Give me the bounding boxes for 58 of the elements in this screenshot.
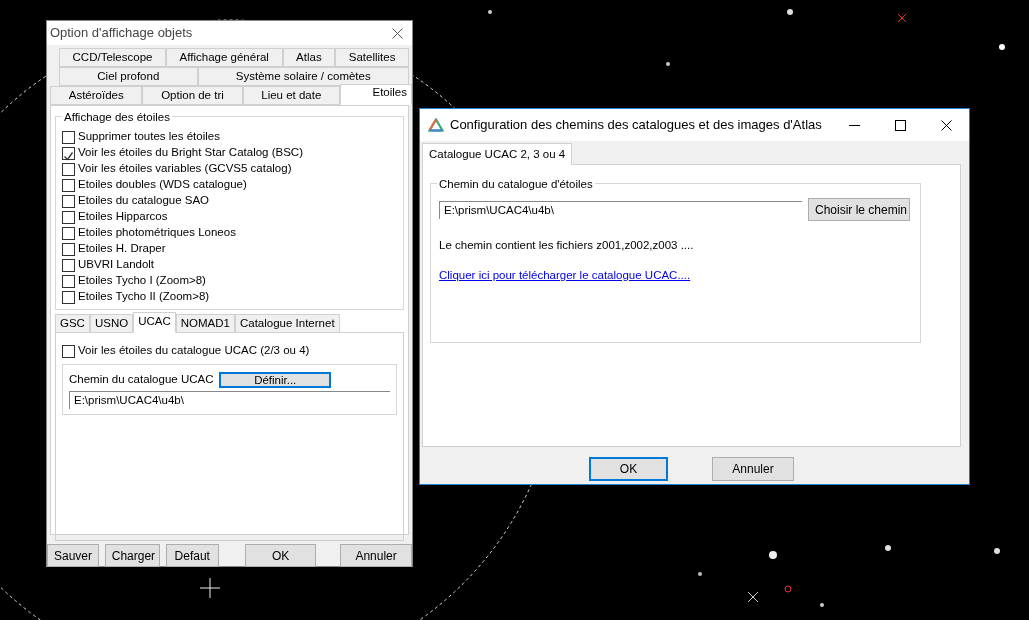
choose-path-button[interactable]: Choisir le chemin (808, 198, 910, 221)
tab[interactable]: Atlas (282, 48, 336, 67)
dialog-button[interactable]: Charger (104, 544, 160, 567)
checkbox-label: Voir les étoiles du Bright Star Catalog (BSC) (78, 145, 303, 161)
dialog-button[interactable]: Annuler (340, 544, 412, 567)
dialog-button[interactable]: Annuler (712, 457, 794, 481)
checkbox[interactable] (62, 344, 75, 358)
dialog-button[interactable]: OK (589, 457, 668, 481)
window-title: Configuration des chemins des catalogues et des images d'Atlas (450, 116, 823, 135)
tab[interactable]: Etoiles (340, 84, 413, 105)
tab[interactable]: Lieu et date (242, 86, 341, 105)
tab[interactable]: Système solaire / comètes (197, 67, 409, 86)
info-text: Le chemin contient les fichiers z001,z002,z003 .... (439, 238, 695, 253)
tab[interactable]: Ciel profond (59, 67, 198, 86)
download-link[interactable]: Cliquer ici pour télécharger le catalogue UCAC.... (439, 267, 691, 285)
checkbox-label: Etoiles Tycho I (Zoom>8) (78, 273, 206, 289)
checkbox-label: Etoiles du catalogue SAO (78, 193, 210, 209)
checkbox-label: Etoiles Hipparcos (78, 209, 168, 225)
checkbox-label: Etoiles H. Draper (78, 241, 166, 257)
checkbox[interactable] (62, 242, 75, 256)
checkbox-label: UBVRI Landolt (78, 257, 155, 273)
path-field[interactable]: E:\prism\UCAC4\u4b\ (69, 391, 390, 410)
checkbox[interactable] (62, 274, 75, 288)
checkbox[interactable] (62, 194, 75, 208)
checkbox[interactable] (62, 162, 75, 176)
checkbox-label: Voir les étoiles du catalogue UCAC (2/3 ou 4) (78, 343, 310, 359)
tab[interactable]: CCD/Telescope (59, 48, 167, 67)
checkbox-label: Etoiles photométriques Loneos (78, 225, 236, 241)
tab[interactable]: Option de tri (142, 86, 243, 105)
tab[interactable]: Astéroïdes (50, 86, 143, 105)
tab[interactable]: Satellites (335, 48, 410, 67)
checkbox-label: Voir les étoiles variables (GCVS5 catalog) (78, 161, 292, 177)
checkbox-label: Etoiles doubles (WDS catalogue) (78, 177, 247, 193)
path-field[interactable]: E:\prism\UCAC4\u4b\ (439, 201, 803, 219)
tab[interactable]: USNO (89, 314, 134, 333)
tab[interactable]: Affichage général (166, 48, 283, 67)
window-title: Option d'affichage objets (49, 24, 193, 43)
checkbox[interactable] (62, 210, 75, 224)
checkbox[interactable] (62, 146, 75, 160)
checkbox[interactable] (62, 130, 75, 144)
tab[interactable]: NOMAD1 (175, 314, 235, 333)
checkbox-label: Supprimer toutes les étoiles (78, 129, 220, 145)
triangle-logo-icon (428, 118, 444, 132)
dialog-button[interactable]: OK (244, 544, 317, 567)
tab[interactable]: Catalogue Internet (234, 314, 340, 333)
checkbox[interactable] (62, 178, 75, 192)
checkbox[interactable] (62, 290, 75, 304)
checkbox-label: Etoiles Tycho II (Zoom>8) (78, 289, 210, 305)
dialog-button[interactable]: Sauver (47, 544, 99, 567)
define-button[interactable]: Définir... (219, 371, 332, 388)
tab[interactable]: Catalogue UCAC 2, 3 ou 4 (422, 143, 573, 165)
close-icon[interactable] (392, 27, 404, 39)
tab[interactable]: GSC (55, 314, 90, 333)
checkbox[interactable] (62, 258, 75, 272)
field-label: Chemin du catalogue UCAC (69, 372, 214, 387)
dialog-button[interactable]: Defaut (165, 544, 219, 567)
checkbox[interactable] (62, 226, 75, 240)
tab[interactable]: UCAC (133, 312, 176, 333)
